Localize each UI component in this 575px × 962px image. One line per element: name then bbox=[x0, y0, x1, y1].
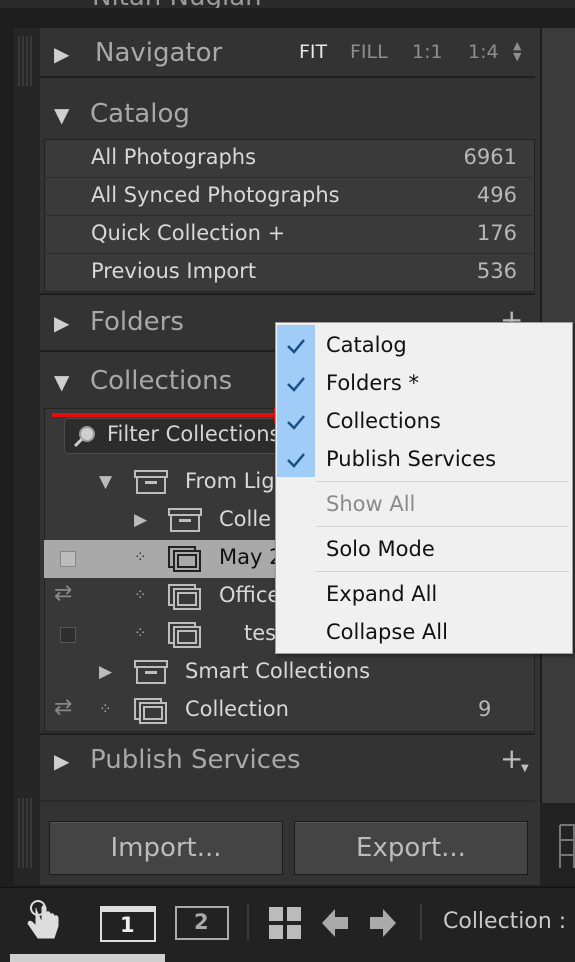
zoom-fill[interactable]: FILL bbox=[350, 41, 388, 63]
panel-grip[interactable] bbox=[18, 36, 34, 86]
zoom-fit[interactable]: FIT bbox=[299, 41, 327, 63]
source-label: Collection : bbox=[443, 909, 567, 934]
collections-label: Collections bbox=[90, 366, 233, 396]
filter-placeholder: Filter Collections bbox=[107, 422, 281, 446]
publish-services-label: Publish Services bbox=[90, 745, 301, 775]
collection-icon bbox=[168, 546, 201, 572]
checkmark-icon bbox=[287, 339, 305, 354]
menu-item-solo-mode[interactable]: Solo Mode bbox=[326, 537, 435, 561]
catalog-item[interactable]: Previous Import 536 bbox=[44, 254, 533, 291]
identity-plate-title: Nitan Nugian bbox=[92, 0, 262, 8]
collapse-triangle-icon[interactable]: ▼ bbox=[99, 472, 112, 492]
navigator-label: Navigator bbox=[95, 38, 223, 68]
expand-triangle-icon[interactable]: ▶ bbox=[54, 749, 69, 773]
expand-triangle-icon[interactable]: ▶ bbox=[134, 510, 147, 530]
expand-triangle-icon[interactable]: ▶ bbox=[54, 311, 69, 335]
sync-dots-icon: ⁘ bbox=[134, 586, 147, 604]
left-panel-rail[interactable] bbox=[14, 28, 41, 885]
collection-row[interactable]: ⇄ ⁘ Collection 9 bbox=[44, 692, 533, 730]
collection-set-icon bbox=[168, 508, 202, 532]
sync-dots-icon: ⁘ bbox=[134, 624, 147, 642]
divider bbox=[40, 733, 535, 735]
export-button[interactable]: Export... bbox=[294, 821, 528, 875]
zoom-1-4[interactable]: 1:4 bbox=[468, 41, 499, 63]
collapse-triangle-icon[interactable]: ▼ bbox=[54, 103, 69, 127]
filmstrip-toolbar: 1 2 Collection : bbox=[0, 887, 575, 962]
sync-arrows-icon: ⇄ bbox=[54, 695, 73, 720]
target-checkbox[interactable] bbox=[60, 551, 76, 567]
checkmark-icon bbox=[287, 377, 305, 392]
divider bbox=[40, 293, 535, 295]
window-titlebar bbox=[102, 908, 154, 912]
checkmark-icon bbox=[287, 453, 305, 468]
menu-item-collections[interactable]: Collections bbox=[326, 409, 441, 433]
sync-dots-icon: ⁘ bbox=[134, 548, 147, 566]
chevron-down-icon[interactable]: ▼ bbox=[521, 763, 529, 774]
collection-name: Office bbox=[219, 583, 281, 607]
annotation-arrow-icon bbox=[52, 407, 292, 423]
top-strip: Nitan Nugian bbox=[0, 0, 575, 8]
menu-item-expand-all[interactable]: Expand All bbox=[326, 582, 437, 606]
screen-2-label: 2 bbox=[194, 910, 209, 934]
menu-item-show-all: Show All bbox=[326, 492, 416, 516]
grid-icon[interactable] bbox=[268, 906, 302, 940]
arrow-left-icon[interactable] bbox=[320, 906, 350, 940]
collection-set-icon bbox=[134, 470, 168, 494]
folders-label: Folders bbox=[90, 307, 184, 337]
collection-set-row[interactable]: ▶ Smart Collections bbox=[44, 654, 533, 692]
sync-dots-icon: ⁘ bbox=[99, 700, 112, 718]
checkmark-icon bbox=[287, 415, 305, 430]
catalog-item[interactable]: All Photographs 6961 bbox=[44, 140, 533, 177]
menu-separator bbox=[316, 481, 569, 482]
panel-context-menu: Catalog Folders * Collections Publish Se… bbox=[275, 322, 573, 654]
menu-item-publish-services[interactable]: Publish Services bbox=[326, 447, 496, 471]
separator bbox=[247, 904, 249, 940]
target-checkbox[interactable] bbox=[60, 627, 76, 643]
secondary-window-button[interactable]: 2 bbox=[175, 906, 229, 940]
collection-set-name: Colle bbox=[219, 507, 272, 531]
menu-item-folders[interactable]: Folders * bbox=[326, 371, 419, 395]
import-button[interactable]: Import... bbox=[49, 821, 283, 875]
menu-separator bbox=[316, 526, 569, 527]
main-window-button[interactable]: 1 bbox=[100, 906, 156, 942]
menu-item-collapse-all[interactable]: Collapse All bbox=[326, 620, 448, 644]
search-icon bbox=[73, 426, 95, 448]
catalog-header[interactable]: ▼ Catalog bbox=[40, 97, 535, 137]
collection-name: Collection bbox=[185, 697, 289, 721]
smart-collection-set-icon bbox=[134, 660, 168, 684]
expand-triangle-icon[interactable]: ▶ bbox=[54, 42, 69, 66]
collection-count: 9 bbox=[478, 697, 492, 721]
add-publish-service-icon[interactable]: + bbox=[500, 742, 523, 775]
catalog-item[interactable]: Quick Collection + 176 bbox=[44, 216, 533, 253]
panel-grip-bottom[interactable] bbox=[18, 798, 34, 868]
menu-separator bbox=[316, 571, 569, 572]
menu-item-catalog[interactable]: Catalog bbox=[326, 333, 407, 357]
divider bbox=[40, 76, 535, 78]
collection-icon bbox=[168, 622, 201, 648]
collection-icon bbox=[168, 584, 201, 610]
zoom-stepper-icon[interactable]: ▲ ▼ bbox=[513, 40, 521, 62]
grid-view-icon[interactable] bbox=[558, 823, 575, 868]
catalog-label: Catalog bbox=[90, 99, 190, 129]
screen-1-label: 1 bbox=[120, 913, 135, 937]
zoom-1-1[interactable]: 1:1 bbox=[412, 41, 443, 63]
collection-name: May 2 bbox=[219, 545, 283, 569]
hand-pointer-icon[interactable] bbox=[24, 900, 62, 944]
separator bbox=[420, 904, 422, 940]
arrow-right-icon[interactable] bbox=[368, 906, 398, 940]
divider bbox=[40, 800, 535, 802]
navigator-header[interactable]: ▶ Navigator bbox=[40, 36, 535, 76]
collection-set-name: From Lig bbox=[185, 469, 275, 493]
catalog-item[interactable]: All Synced Photographs 496 bbox=[44, 178, 533, 215]
publish-services-header[interactable]: ▶ Publish Services bbox=[40, 743, 535, 783]
sync-arrows-icon: ⇄ bbox=[54, 581, 73, 606]
expand-triangle-icon[interactable]: ▶ bbox=[99, 662, 112, 682]
collection-set-name: Smart Collections bbox=[185, 659, 371, 683]
collapse-triangle-icon[interactable]: ▼ bbox=[54, 370, 69, 394]
collection-icon bbox=[134, 698, 167, 724]
